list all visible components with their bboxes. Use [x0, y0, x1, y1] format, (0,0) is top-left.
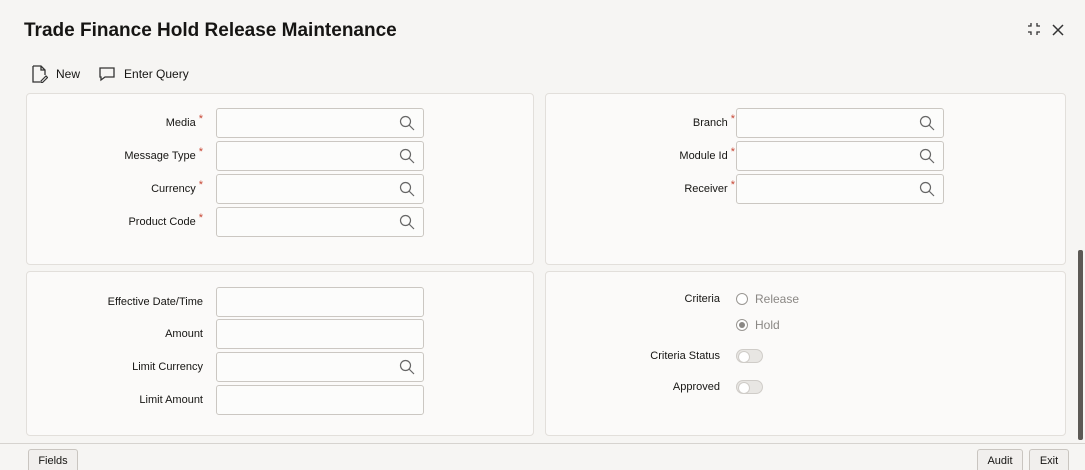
scrollbar[interactable]	[1078, 250, 1083, 440]
details-right-panel: Criteria Release Hold Criteria Status Ap…	[545, 271, 1066, 436]
toolbar: New Enter Query	[30, 62, 207, 86]
criteria-status-label-row: Criteria Status	[650, 341, 720, 371]
required-marker: *	[198, 113, 203, 125]
search-icon[interactable]	[399, 148, 415, 164]
new-button[interactable]: New	[30, 65, 80, 83]
query-icon	[99, 67, 115, 82]
effective-date-label: Effective Date/Time	[107, 296, 203, 308]
search-icon[interactable]	[399, 359, 415, 375]
message-type-input[interactable]	[216, 141, 424, 171]
effective-date-label-row: Effective Date/Time	[108, 287, 203, 317]
limit-currency-label: Limit Currency	[132, 361, 203, 373]
message-type-label: Message Type	[124, 150, 196, 162]
limit-currency-label-row: Limit Currency	[132, 352, 203, 382]
radio-release-circle[interactable]	[736, 293, 748, 305]
amount-input[interactable]	[216, 319, 424, 349]
branch-input[interactable]	[736, 108, 944, 138]
main-right-panel: Branch * Module Id * Receiver *	[545, 93, 1066, 265]
search-icon[interactable]	[399, 115, 415, 131]
branch-label-row: Branch *	[693, 108, 735, 138]
limit-currency-input[interactable]	[216, 352, 424, 382]
search-icon[interactable]	[919, 148, 935, 164]
receiver-input[interactable]	[736, 174, 944, 204]
limit-amount-label-row: Limit Amount	[139, 385, 203, 415]
restore-icon[interactable]	[1025, 22, 1043, 40]
required-marker: *	[730, 113, 735, 125]
criteria-label: Criteria	[684, 293, 720, 305]
currency-label-row: Currency *	[151, 174, 203, 204]
required-marker: *	[198, 146, 203, 158]
main-left-panel: Media * Message Type * Currency * Produc…	[26, 93, 534, 265]
required-marker: *	[730, 179, 735, 191]
receiver-label: Receiver	[684, 183, 728, 195]
exit-button[interactable]: Exit	[1029, 449, 1069, 470]
criteria-label-row: Criteria	[685, 284, 720, 314]
criteria-status-label: Criteria Status	[650, 350, 720, 362]
approved-label-row: Approved	[673, 372, 720, 402]
search-icon[interactable]	[919, 181, 935, 197]
fields-button[interactable]: Fields	[28, 449, 78, 470]
effective-date-input[interactable]	[216, 287, 424, 317]
details-left-panel: Effective Date/Time Amount Limit Currenc…	[26, 271, 534, 436]
hold-label: Hold	[755, 318, 780, 332]
currency-input[interactable]	[216, 174, 424, 204]
release-label: Release	[755, 292, 800, 306]
audit-button[interactable]: Audit	[977, 449, 1023, 470]
amount-label: Amount	[165, 328, 203, 340]
search-icon[interactable]	[399, 181, 415, 197]
required-marker: *	[730, 146, 735, 158]
module-id-label: Module Id	[679, 150, 728, 162]
radio-release[interactable]: Release	[736, 292, 799, 306]
limit-amount-input[interactable]	[216, 385, 424, 415]
new-document-icon	[32, 65, 48, 83]
limit-amount-label: Limit Amount	[139, 394, 203, 406]
enter-query-label: Enter Query	[124, 67, 189, 81]
product-code-label: Product Code	[128, 216, 196, 228]
search-icon[interactable]	[919, 115, 935, 131]
new-button-label: New	[56, 67, 81, 81]
module-id-label-row: Module Id *	[679, 141, 735, 171]
criteria-status-toggle[interactable]	[736, 349, 763, 363]
media-label-row: Media *	[166, 108, 203, 138]
radio-hold-circle[interactable]	[736, 319, 748, 331]
product-code-input[interactable]	[216, 207, 424, 237]
required-marker: *	[198, 212, 203, 224]
radio-hold[interactable]: Hold	[736, 318, 780, 332]
footer-divider	[0, 443, 1085, 444]
page-title: Trade Finance Hold Release Maintenance	[24, 20, 397, 41]
search-icon[interactable]	[399, 214, 415, 230]
close-icon[interactable]	[1049, 22, 1067, 40]
module-id-input[interactable]	[736, 141, 944, 171]
enter-query-button[interactable]: Enter Query	[98, 65, 189, 83]
approved-label: Approved	[672, 381, 720, 393]
currency-label: Currency	[151, 183, 196, 195]
media-label: Media	[165, 117, 196, 129]
receiver-label-row: Receiver *	[684, 174, 735, 204]
required-marker: *	[198, 179, 203, 191]
approved-toggle[interactable]	[736, 380, 763, 394]
title-bar: Trade Finance Hold Release Maintenance	[0, 0, 1085, 62]
product-code-label-row: Product Code *	[128, 207, 203, 237]
media-input[interactable]	[216, 108, 424, 138]
branch-label: Branch	[692, 117, 728, 129]
amount-label-row: Amount	[165, 319, 203, 349]
message-type-label-row: Message Type *	[124, 141, 203, 171]
